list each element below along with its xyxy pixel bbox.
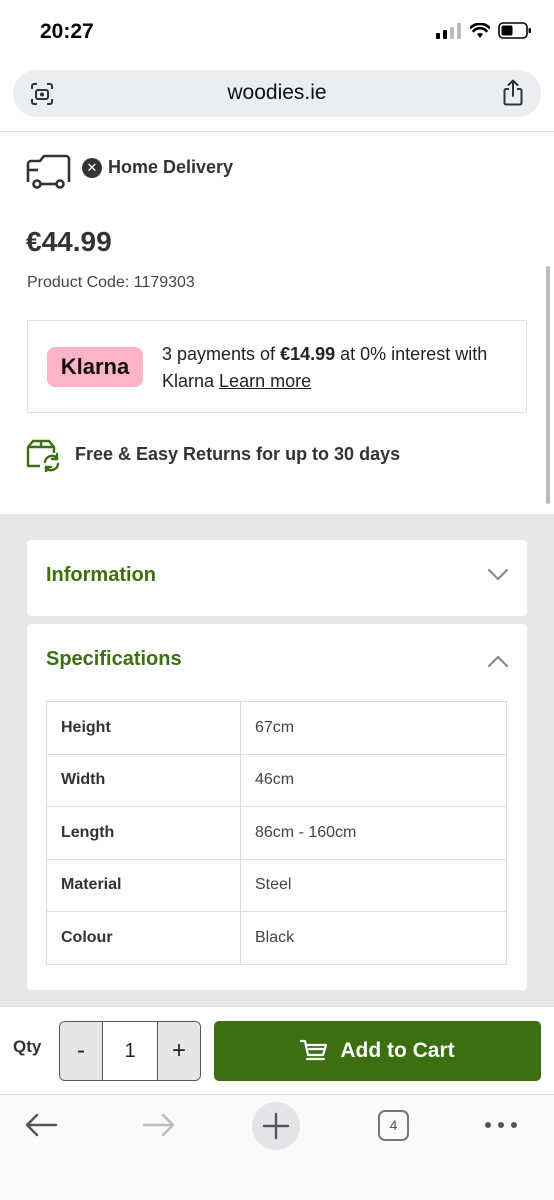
specifications-title[interactable]: Specifications: [46, 648, 182, 671]
forward-arrow-icon[interactable]: [142, 1112, 176, 1138]
qty-label: Qty: [13, 1037, 42, 1056]
spec-key: Material: [46, 858, 241, 912]
address-bar[interactable]: woodies.ie: [13, 70, 541, 117]
delivery-status: ✕ Home Delivery: [82, 157, 233, 178]
information-title[interactable]: Information: [46, 564, 156, 587]
specifications-table: Height 67cm Width 46cm Length 86cm - 160…: [46, 701, 507, 965]
klarna-logo: Klarna: [47, 347, 143, 387]
table-row: Length 86cm - 160cm: [46, 806, 507, 860]
back-arrow-icon[interactable]: [24, 1112, 58, 1138]
klarna-banner: Klarna 3 payments of €14.99 at 0% intere…: [27, 320, 527, 413]
spec-value: 86cm - 160cm: [240, 806, 507, 860]
cart-icon: [300, 1039, 328, 1061]
spec-key: Length: [46, 806, 241, 860]
tabs-icon[interactable]: 4: [378, 1110, 409, 1141]
url-text[interactable]: woodies.ie: [13, 81, 541, 105]
spec-value: 67cm: [240, 701, 507, 755]
product-code: Product Code: 1179303: [27, 274, 195, 291]
spec-key: Colour: [46, 911, 241, 965]
delivery-label: Home Delivery: [108, 157, 234, 177]
delivery-option: [26, 154, 72, 194]
chevron-up-icon[interactable]: [487, 654, 509, 668]
klarna-text: 3 payments of €14.99 at 0% interest with…: [162, 341, 512, 395]
quantity-input[interactable]: 1: [102, 1022, 158, 1080]
table-row: Width 46cm: [46, 753, 507, 807]
page-divider: [0, 131, 554, 132]
spec-key: Width: [46, 753, 241, 807]
status-bar: 20:27: [0, 0, 554, 64]
table-row: Colour Black: [46, 911, 507, 965]
information-accordion[interactable]: Information: [27, 540, 527, 616]
product-price: €44.99: [26, 226, 112, 257]
share-icon[interactable]: [501, 79, 525, 107]
returns-box-icon: [26, 439, 60, 472]
klarna-amount: €14.99: [280, 344, 336, 364]
spec-value: Black: [240, 911, 507, 965]
chevron-down-icon[interactable]: [487, 568, 509, 582]
klarna-learn-more-link[interactable]: Learn more: [219, 371, 311, 391]
cellular-icon: [436, 22, 461, 39]
quantity-stepper: - 1 +: [59, 1021, 201, 1081]
table-row: Height 67cm: [46, 701, 507, 755]
battery-icon: [498, 22, 531, 39]
returns-label: Free & Easy Returns for up to 30 days: [75, 444, 401, 464]
status-time: 20:27: [40, 20, 94, 43]
delivery-truck-icon: [26, 154, 71, 189]
specifications-accordion[interactable]: Specifications Height 67cm Width 46cm Le…: [27, 624, 527, 990]
decrease-quantity-button[interactable]: -: [60, 1022, 102, 1080]
wifi-icon: [470, 22, 490, 38]
klarna-text-before: 3 payments of: [162, 344, 281, 364]
x-circle-icon: ✕: [82, 157, 102, 178]
status-icons: [436, 22, 532, 39]
spec-key: Height: [46, 701, 241, 755]
spec-value: 46cm: [240, 753, 507, 807]
new-tab-plus-icon[interactable]: [262, 1112, 290, 1140]
scroll-indicator[interactable]: [546, 266, 550, 504]
increase-quantity-button[interactable]: +: [158, 1022, 200, 1080]
more-icon[interactable]: [484, 1121, 518, 1129]
table-row: Material Steel: [46, 858, 507, 912]
add-to-cart-button[interactable]: Add to Cart: [214, 1021, 541, 1081]
spec-value: Steel: [240, 858, 507, 912]
add-to-cart-label[interactable]: Add to Cart: [340, 1039, 454, 1063]
